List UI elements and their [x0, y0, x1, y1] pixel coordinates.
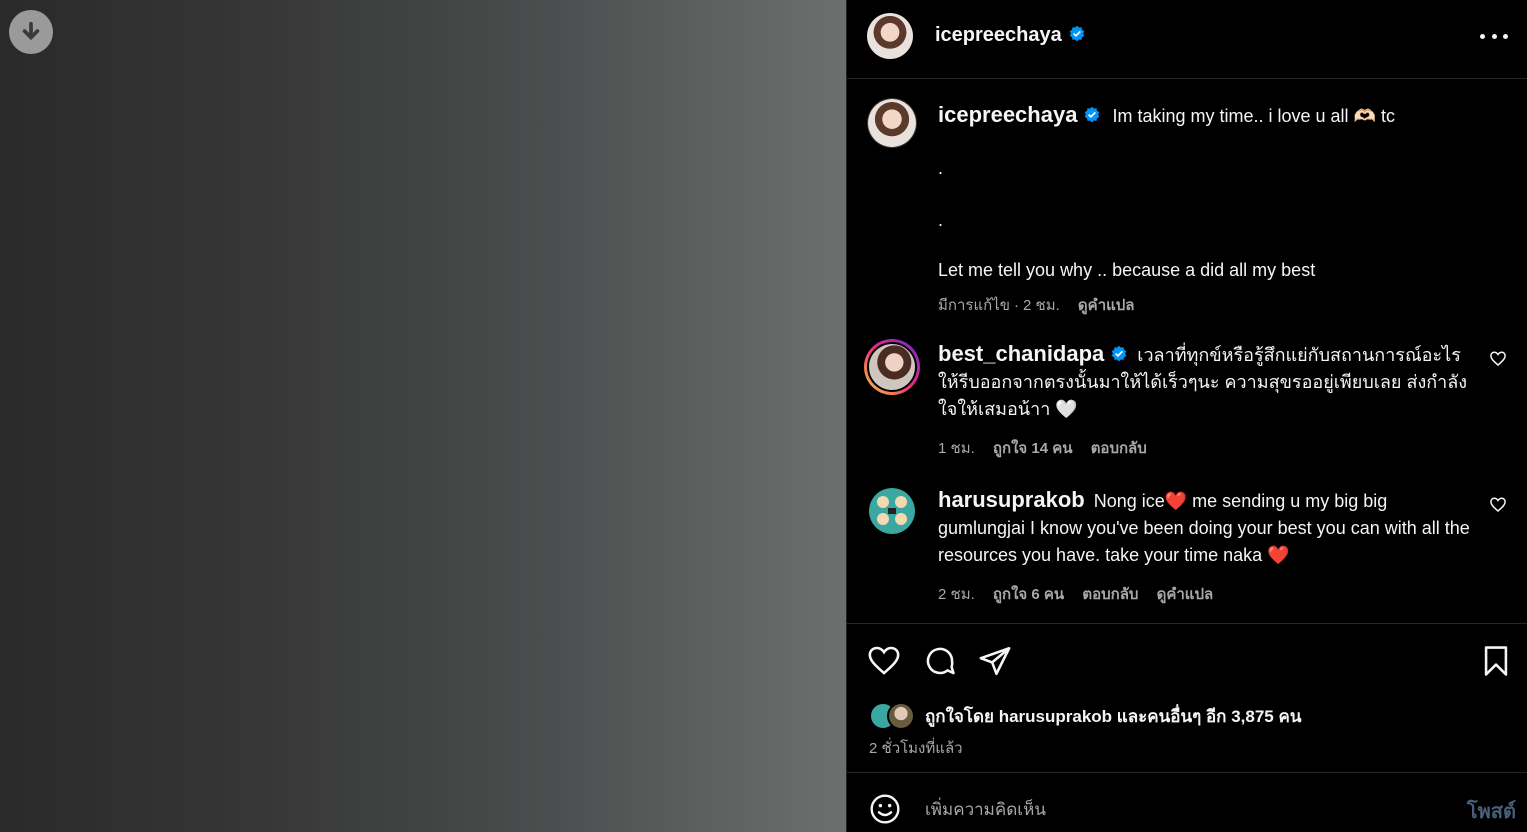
caption-username[interactable]: icepreechaya [938, 102, 1101, 127]
comment-likes[interactable]: ถูกใจ 6 คน [993, 586, 1064, 603]
likes-summary[interactable]: ถูกใจโดย harusuprakob และคนอื่นๆ อีก 3,8… [869, 702, 1301, 730]
reply-button[interactable]: ตอบกลับ [1082, 586, 1138, 603]
comment-likes[interactable]: ถูกใจ 14 คน [993, 440, 1073, 457]
avatar[interactable] [867, 13, 913, 59]
comment-meta: 1 ชม. ถูกใจ 14 คน ตอบกลับ [938, 436, 1161, 460]
commenter-avatar[interactable] [869, 488, 915, 534]
comments-section: icepreechaya Im taking my time.. i love … [847, 80, 1527, 623]
more-options-button[interactable] [1480, 26, 1508, 46]
verified-badge-icon [1085, 106, 1100, 123]
verified-badge-icon [1069, 25, 1084, 42]
post-panel: icepreechaya icepreechaya Im taking my t… [846, 0, 1527, 832]
caption-line: Let me tell you why .. because a did all… [938, 260, 1316, 280]
action-bar: ถูกใจโดย harusuprakob และคนอื่นๆ อีก 3,8… [847, 623, 1527, 773]
comment-text-block: harusuprakob Nong ice❤️ me sending u my … [938, 486, 1474, 569]
liker-avatars [869, 702, 919, 730]
see-translation-link[interactable]: ดูคำแปล [1157, 586, 1214, 603]
caption-text: Im taking my time.. i love u all 🫶🏻 tc [1112, 106, 1395, 126]
cartoon-faces-icon [877, 496, 907, 525]
verified-badge-icon [1112, 345, 1127, 362]
comment-time[interactable]: 2 ชม. [938, 586, 975, 603]
post-comment-button[interactable]: โพสต์ [1467, 795, 1516, 827]
caption-avatar[interactable] [867, 98, 917, 148]
header-username[interactable]: icepreechaya [935, 24, 1086, 47]
emoji-icon[interactable] [869, 793, 901, 825]
caption-meta: มีการแก้ไข · 2 ชม. ดูคำแปล [938, 297, 1135, 314]
edited-label: มีการแก้ไข [938, 297, 1010, 314]
comment-heart-icon[interactable] [1489, 496, 1507, 514]
comment-icon[interactable] [923, 644, 957, 678]
caption-line: . [938, 210, 944, 230]
share-icon[interactable] [978, 644, 1012, 678]
caption-line: . [938, 158, 944, 178]
caption-text-block: icepreechaya Im taking my time.. i love … [938, 102, 1498, 129]
comment-meta: 2 ชม. ถูกใจ 6 คน ตอบกลับ ดูคำแปล [938, 582, 1227, 606]
post-time[interactable]: 2 ชั่วโมงที่แล้ว [869, 736, 963, 760]
caption-time[interactable]: 2 ชม. [1023, 297, 1060, 314]
bookmark-icon[interactable] [1479, 644, 1513, 678]
commenter-avatar[interactable] [864, 339, 920, 395]
comment-heart-icon[interactable] [1489, 350, 1507, 368]
see-translation-link[interactable]: ดูคำแปล [1078, 297, 1135, 314]
comment-text-block: best_chanidapa เวลาที่ทุกข์หรือรู้สึกแย่… [938, 340, 1474, 423]
reply-button[interactable]: ตอบกลับ [1091, 440, 1147, 457]
post-header: icepreechaya [847, 0, 1527, 79]
download-button[interactable] [9, 10, 53, 54]
comment-time[interactable]: 1 ชม. [938, 440, 975, 457]
commenter-username[interactable]: harusuprakob [938, 487, 1085, 512]
heart-icon[interactable] [867, 644, 901, 678]
add-comment-bar: โพสต์ [847, 773, 1527, 832]
likes-text: ถูกใจโดย harusuprakob และคนอื่นๆ อีก 3,8… [925, 706, 1302, 726]
comment-input[interactable] [925, 795, 1405, 825]
arrow-down-circle-icon [22, 21, 40, 41]
commenter-username[interactable]: best_chanidapa [938, 341, 1128, 366]
post-media [0, 0, 846, 832]
